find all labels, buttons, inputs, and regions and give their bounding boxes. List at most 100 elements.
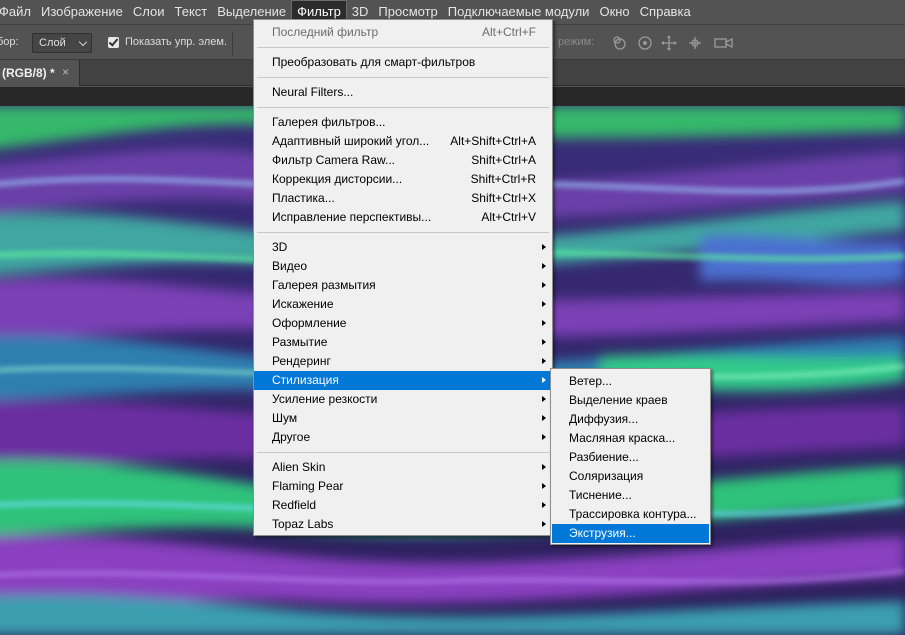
filter-menu-item[interactable]: Другое xyxy=(254,428,552,447)
filter-menu-item[interactable]: Topaz Labs xyxy=(254,515,552,534)
submenu-arrow-icon xyxy=(542,434,546,440)
menu-item-shortcut: Alt+Shift+Ctrl+A xyxy=(450,134,536,148)
filter-menu-item[interactable]: Коррекция дисторсии... Shift+Ctrl+R xyxy=(254,170,552,189)
stylize-menu-item[interactable]: Масляная краска... xyxy=(551,429,710,448)
stylize-menu-item[interactable]: Соляризация xyxy=(551,467,710,486)
menu-item-shortcut: Alt+Ctrl+V xyxy=(481,210,536,224)
menu-item-label: Ветер... xyxy=(569,374,612,388)
show-transform-checkbox[interactable] xyxy=(108,37,119,48)
submenu-arrow-icon xyxy=(542,464,546,470)
menubar-item[interactable]: Файл xyxy=(0,0,36,24)
menu-item-label: Преобразовать для смарт-фильтров xyxy=(272,55,476,69)
filter-menu-item[interactable]: Рендеринг xyxy=(254,352,552,371)
menu-item-label: Redfield xyxy=(272,498,317,512)
filter-menu-item: Последний фильтр Alt+Ctrl+F xyxy=(254,23,552,42)
filter-menu-item[interactable]: Видео xyxy=(254,257,552,276)
filter-menu-item[interactable]: Галерея размытия xyxy=(254,276,552,295)
options-separator xyxy=(232,31,233,55)
menu-item-label: Neural Filters... xyxy=(272,85,354,99)
3d-mode-label: режим: xyxy=(558,36,595,48)
sample-select[interactable]: Слой xyxy=(32,33,92,53)
menu-separator xyxy=(257,47,549,48)
menubar-item[interactable]: Слои xyxy=(128,0,170,24)
stylize-menu-item[interactable]: Выделение краев xyxy=(551,391,710,410)
stylize-menu-item[interactable]: Ветер... xyxy=(551,372,710,391)
menu-item-label: Стилизация xyxy=(272,373,339,387)
stylize-menu-item[interactable]: Трассировка контура... xyxy=(551,505,710,524)
slide-3d-icon[interactable] xyxy=(686,34,704,52)
submenu-arrow-icon xyxy=(542,483,546,489)
menu-item-label: Коррекция дисторсии... xyxy=(272,172,403,186)
chevron-down-icon xyxy=(78,37,88,47)
menu-item-label: Фильтр Camera Raw... xyxy=(272,153,396,167)
filter-menu-item[interactable]: Усиление резкости xyxy=(254,390,552,409)
menubar-item[interactable]: Изображение xyxy=(36,0,128,24)
menubar-item[interactable]: Окно xyxy=(594,0,634,24)
submenu-arrow-icon xyxy=(542,339,546,345)
close-icon[interactable]: × xyxy=(62,65,69,79)
menu-item-label: Flaming Pear xyxy=(272,479,344,493)
menu-item-label: Искажение xyxy=(272,297,334,311)
menu-item-label: Диффузия... xyxy=(569,412,639,426)
filter-menu-item[interactable]: Искажение xyxy=(254,295,552,314)
menu-item-label: Масляная краска... xyxy=(569,431,676,445)
menu-item-label: Размытие xyxy=(272,335,328,349)
menu-item-label: 3D xyxy=(272,240,288,254)
document-tab[interactable]: (RGB/8) * × xyxy=(0,60,80,86)
filter-menu-item[interactable]: Flaming Pear xyxy=(254,477,552,496)
filter-menu-item[interactable]: Alien Skin xyxy=(254,458,552,477)
filter-menu-item[interactable]: 3D xyxy=(254,238,552,257)
submenu-arrow-icon xyxy=(542,301,546,307)
menu-item-label: Видео xyxy=(272,259,308,273)
menu-item-shortcut: Alt+Ctrl+F xyxy=(481,25,536,39)
stylize-menu-item[interactable]: Разбиение... xyxy=(551,448,710,467)
menu-item-shortcut: Shift+Ctrl+R xyxy=(470,172,536,186)
menu-item-label: Тиснение... xyxy=(569,488,632,502)
menu-item-label: Alien Skin xyxy=(272,460,326,474)
sample-label: бор: xyxy=(0,36,19,48)
menubar-item[interactable]: Справка xyxy=(635,0,696,24)
stylize-menu-item[interactable]: Тиснение... xyxy=(551,486,710,505)
submenu-arrow-icon xyxy=(542,396,546,402)
document-tab-title: (RGB/8) * xyxy=(2,66,55,80)
submenu-arrow-icon xyxy=(542,415,546,421)
menu-item-label: Последний фильтр xyxy=(272,25,379,39)
submenu-arrow-icon xyxy=(542,358,546,364)
filter-menu-item[interactable]: Размытие xyxy=(254,333,552,352)
menu-item-label: Разбиение... xyxy=(569,450,639,464)
filter-menu-item[interactable]: Пластика... Shift+Ctrl+X xyxy=(254,189,552,208)
submenu-arrow-icon xyxy=(542,502,546,508)
stylize-menu-item[interactable]: Экструзия... xyxy=(552,524,709,543)
filter-menu-item[interactable]: Адаптивный широкий угол... Alt+Shift+Ctrl… xyxy=(254,132,552,151)
menu-separator xyxy=(257,452,549,453)
menu-item-label: Трассировка контура... xyxy=(569,507,697,521)
filter-menu-item[interactable]: Стилизация xyxy=(254,371,552,390)
sample-select-value: Слой xyxy=(39,37,66,49)
menu-separator xyxy=(257,77,549,78)
filter-menu: Последний фильтр Alt+Ctrl+F Преобразовать … xyxy=(253,19,553,536)
filter-menu-item[interactable]: Фильтр Camera Raw... Shift+Ctrl+A xyxy=(254,151,552,170)
menu-item-label: Экструзия... xyxy=(569,526,636,540)
orbit-3d-icon[interactable] xyxy=(611,34,629,52)
filter-menu-item[interactable]: Исправление перспективы... Alt+Ctrl+V xyxy=(254,208,552,227)
menu-item-label: Галерея размытия xyxy=(272,278,376,292)
camera-3d-icon[interactable] xyxy=(713,34,733,52)
menu-item-label: Соляризация xyxy=(569,469,644,483)
menu-item-label: Рендеринг xyxy=(272,354,331,368)
menu-separator xyxy=(257,232,549,233)
roll-3d-icon[interactable] xyxy=(636,34,654,52)
menubar-item[interactable]: Текст xyxy=(170,0,213,24)
filter-menu-item[interactable]: Оформление xyxy=(254,314,552,333)
menu-separator xyxy=(257,107,549,108)
stylize-menu-item[interactable]: Диффузия... xyxy=(551,410,710,429)
filter-menu-item[interactable]: Redfield xyxy=(254,496,552,515)
filter-menu-item[interactable]: Neural Filters... xyxy=(254,83,552,102)
show-transform-label: Показать упр. элем. xyxy=(125,36,228,48)
menu-item-label: Исправление перспективы... xyxy=(272,210,432,224)
menu-item-label: Усиление резкости xyxy=(272,392,378,406)
drag-3d-icon[interactable] xyxy=(660,34,678,52)
filter-menu-item[interactable]: Шум xyxy=(254,409,552,428)
menu-item-label: Пластика... xyxy=(272,191,335,205)
filter-menu-item[interactable]: Галерея фильтров... xyxy=(254,113,552,132)
filter-menu-item[interactable]: Преобразовать для смарт-фильтров xyxy=(254,53,552,72)
